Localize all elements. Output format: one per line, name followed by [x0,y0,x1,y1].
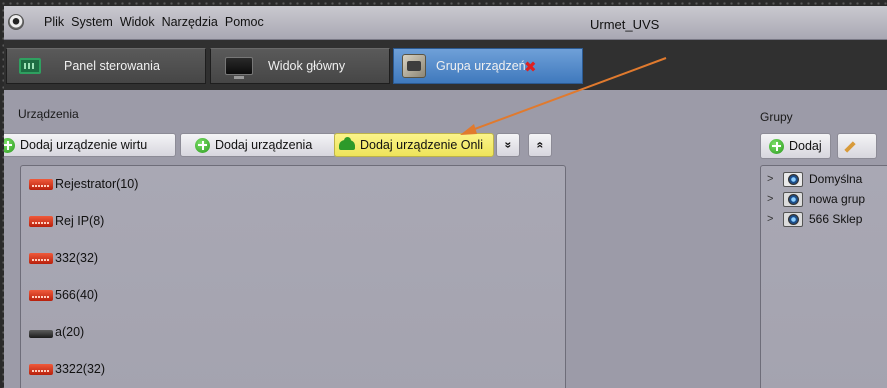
menu-system[interactable]: System [71,15,120,29]
group-label: nowa grup [809,192,866,206]
camera-group-icon [783,191,803,207]
add-online-device-button[interactable]: Dodaj urządzenie Onli [334,133,494,157]
add-devices-button[interactable]: Dodaj urządzenia [180,133,336,157]
window-title: Urmet_UVS [590,17,660,32]
add-group-button[interactable]: Dodaj [760,133,831,159]
tree-item[interactable]: > nowa grup [767,190,865,208]
device-label: 566(40) [55,288,99,302]
tab-main-view[interactable]: Widok główny [210,48,390,84]
menu-items: Plik System Widok Narzędzia Pomoc [44,15,271,29]
app-window: Plik System Widok Narzędzia Pomoc Urmet_… [4,6,887,388]
dvr-icon [29,363,53,375]
tab-bar: Panel sterowania Widok główny Grupa urzą… [4,40,887,90]
list-item[interactable]: 566(40) [29,285,98,305]
chevron-right-icon[interactable]: > [767,193,777,205]
monitor-icon [225,57,253,79]
expand-toolbar-button[interactable]: » [496,133,520,157]
group-label: 566 Sklep [809,212,863,226]
device-label: 332(32) [55,251,99,265]
devices-panel: Urządzenia Dodaj urządzenie wirtu Dodaj … [4,90,574,388]
chevron-double-down-icon: » [501,141,515,149]
tab-label: Widok główny [268,59,346,73]
group-tree: > Domyślna > nowa grup > 566 Sklep [760,165,887,388]
tab-device-group[interactable]: Grupa urządzeń ✖ [393,48,583,84]
button-label: Dodaj urządzenia [215,138,313,152]
add-icon [195,137,210,153]
list-item[interactable]: Rej IP(8) [29,211,104,231]
menu-bar: Plik System Widok Narzędzia Pomoc Urmet_… [4,6,887,40]
button-label: Dodaj [789,139,822,153]
menu-help[interactable]: Pomoc [225,15,271,29]
list-item[interactable]: a(20) [29,322,84,342]
button-label: Dodaj urządzenie Onli [360,138,483,152]
chevron-right-icon[interactable]: > [767,173,777,185]
app-logo-icon [8,14,24,30]
group-label: Domyślna [809,172,863,186]
devices-title: Urządzenia [18,107,79,121]
device-label: 3322(32) [55,362,106,376]
device-label: Rejestrator(10) [55,177,139,191]
tree-item[interactable]: > 566 Sklep [767,210,862,228]
list-item[interactable]: 3322(32) [29,359,105,379]
add-virtual-device-button[interactable]: Dodaj urządzenie wirtu [4,133,176,157]
nvr-icon [29,329,53,338]
device-label: Rej IP(8) [55,214,105,228]
dvr-icon [29,178,53,190]
tab-label: Panel sterowania [64,59,160,73]
collapse-toolbar-button[interactable]: « [528,133,552,157]
list-item[interactable]: 332(32) [29,248,98,268]
pencil-icon [844,141,856,153]
edit-group-button[interactable] [836,133,877,159]
device-label: a(20) [55,325,85,339]
camera-group-icon [783,211,803,227]
dvr-icon [29,289,53,301]
dvr-icon [29,215,53,227]
tab-label: Grupa urządzeń [436,59,526,73]
button-label: Dodaj urządzenie wirtu [20,138,148,152]
groups-title: Grupy [760,110,793,124]
devices-toolbar: Dodaj urządzenie wirtu Dodaj urządzenia … [4,133,552,157]
menu-file[interactable]: Plik [44,15,71,29]
menu-view[interactable]: Widok [120,15,162,29]
tree-item[interactable]: > Domyślna [767,170,862,188]
groups-toolbar: Dodaj [760,133,877,159]
close-icon[interactable]: ✖ [524,58,537,76]
device-group-icon [402,54,426,78]
cloud-add-icon [339,137,355,150]
list-item[interactable]: Rejestrator(10) [29,174,138,194]
device-list: Rejestrator(10) Rej IP(8) 332(32) 566(40… [20,165,566,388]
chevron-right-icon[interactable]: > [767,213,777,225]
dvr-icon [29,252,53,264]
chevron-double-up-icon: « [533,141,547,149]
add-icon [4,137,15,153]
add-icon [769,138,784,154]
tab-control-panel[interactable]: Panel sterowania [6,48,206,84]
camera-group-icon [783,171,803,187]
groups-panel: Grupy Dodaj > Domyślna > nowa grup > 566… [760,90,887,388]
control-panel-icon [19,58,41,74]
menu-tools[interactable]: Narzędzia [162,15,225,29]
